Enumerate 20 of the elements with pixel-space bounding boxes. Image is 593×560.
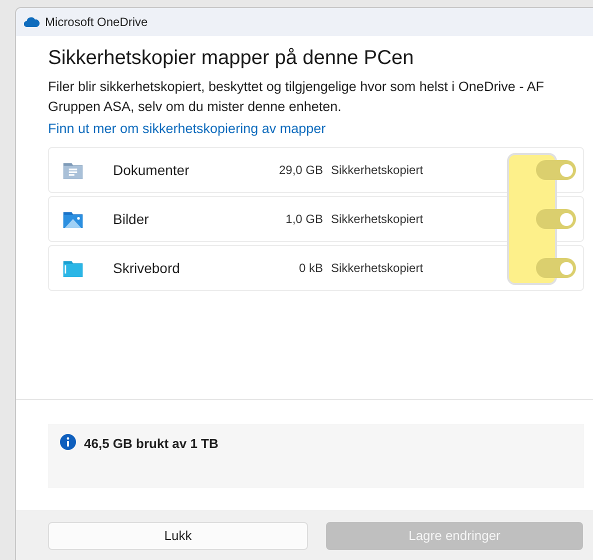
info-icon bbox=[60, 434, 76, 450]
folder-size: 1,0 GB bbox=[284, 211, 323, 228]
backup-toggle[interactable] bbox=[536, 160, 576, 180]
close-button[interactable]: Lukk bbox=[48, 522, 308, 550]
backup-status: Sikkerhetskopiert bbox=[331, 260, 424, 277]
folder-size: 29,0 GB bbox=[278, 162, 323, 179]
folder-name: Bilder bbox=[113, 210, 150, 228]
storage-usage-text: 46,5 GB brukt av 1 TB bbox=[84, 435, 218, 453]
learn-more-link[interactable]: Finn ut mer om sikkerhetskopiering av mapper bbox=[48, 121, 326, 136]
description-text: Filer blir sikkerhetskopiert, beskyttet og tilgjengelige hvor som helst i OneDrive - AF Gruppen ASA, selv om du mister denne enheten. bbox=[48, 78, 545, 116]
backup-toggle[interactable] bbox=[536, 209, 576, 229]
folder-size: 0 kB bbox=[298, 260, 323, 277]
backup-status: Sikkerhetskopiert bbox=[331, 162, 424, 179]
folder-name: Skrivebord bbox=[113, 258, 181, 278]
backup-toggle[interactable] bbox=[536, 258, 576, 278]
dialog-heading: Sikkerhetskopier mapper på denne PCen bbox=[48, 46, 415, 70]
cloud-icon bbox=[24, 17, 40, 27]
window-title: Microsoft OneDrive bbox=[45, 14, 148, 31]
folder-name: Dokumenter bbox=[113, 160, 190, 180]
backup-status: Sikkerhetskopiert bbox=[331, 211, 424, 228]
